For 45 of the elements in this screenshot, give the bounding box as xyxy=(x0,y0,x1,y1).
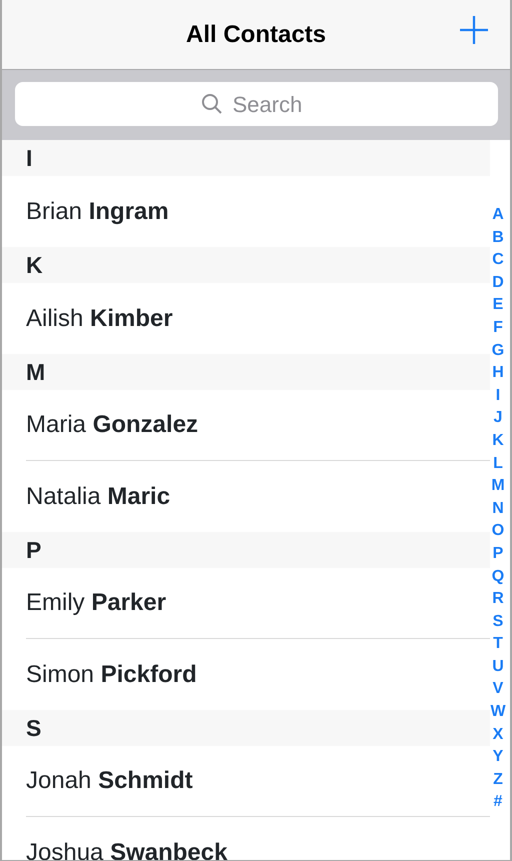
contact-name[interactable]: Ailish Kimber xyxy=(26,300,173,336)
index-letter[interactable]: T xyxy=(493,633,503,656)
index-letter[interactable]: O xyxy=(492,520,504,543)
index-letter[interactable]: J xyxy=(494,407,502,430)
index-letter[interactable]: M xyxy=(491,475,505,498)
index-letter[interactable]: C xyxy=(492,249,504,272)
index-letter[interactable]: P xyxy=(492,542,504,566)
index-letter[interactable]: Y xyxy=(492,746,504,769)
search-icon xyxy=(200,93,222,115)
section-header: I xyxy=(26,147,32,170)
index-letter[interactable]: E xyxy=(492,294,504,317)
index-letter[interactable]: U xyxy=(492,656,504,678)
index-letter[interactable]: W xyxy=(490,701,506,724)
index-letter[interactable]: G xyxy=(492,340,504,362)
nav-title: All Contacts xyxy=(186,20,326,50)
search-field[interactable]: Search xyxy=(232,88,312,120)
index-letter[interactable]: Q xyxy=(492,566,504,588)
section-header: S xyxy=(26,717,42,740)
index-letter[interactable]: Z xyxy=(493,768,503,792)
contact-name[interactable]: Natalia Maric xyxy=(26,478,170,514)
index-letter[interactable]: S xyxy=(492,610,504,634)
index-letter[interactable]: N xyxy=(492,498,504,520)
index-letter[interactable]: K xyxy=(492,430,504,453)
index-letter[interactable]: L xyxy=(493,452,503,476)
index-letter[interactable]: I xyxy=(496,384,500,408)
index-letter[interactable]: # xyxy=(494,791,502,814)
section-header: K xyxy=(26,254,43,277)
contact-name[interactable]: Emily Parker xyxy=(26,585,166,621)
add-button[interactable] xyxy=(458,14,490,46)
plus-icon xyxy=(458,14,490,46)
section-header: M xyxy=(26,361,46,384)
contact-name[interactable]: Brian Ingram xyxy=(26,194,169,230)
index-letter[interactable]: X xyxy=(492,724,504,746)
contact-name[interactable]: Maria Gonzalez xyxy=(26,407,198,443)
contact-name[interactable]: Joshua Swanbeck xyxy=(26,834,228,860)
contact-name[interactable]: Simon Pickford xyxy=(26,656,197,692)
index-letter[interactable]: B xyxy=(492,226,504,250)
contact-name[interactable]: Jonah Schmidt xyxy=(26,763,193,799)
index-letter[interactable]: D xyxy=(492,272,504,294)
index-letter[interactable]: V xyxy=(492,678,504,702)
index-letter[interactable]: R xyxy=(492,588,504,611)
index-letter[interactable]: H xyxy=(492,362,504,385)
section-header: P xyxy=(26,539,42,562)
index-letter[interactable]: A xyxy=(492,204,504,227)
index-letter[interactable]: F xyxy=(493,316,503,340)
